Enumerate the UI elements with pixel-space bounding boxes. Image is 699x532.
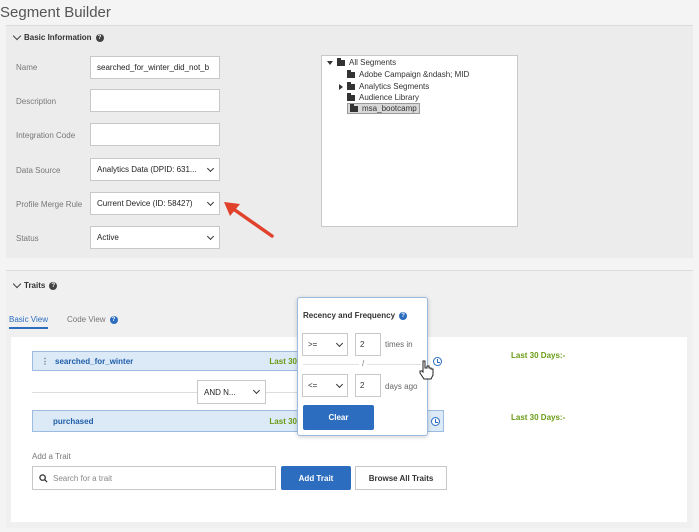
profile-merge-rule-value: Current Device (ID: 58427) [97,199,193,208]
segment-folder-tree: All Segments Adobe Campaign &ndash; MID … [321,55,518,227]
clock-button[interactable] [427,410,444,432]
tree-item-label: All Segments [349,58,397,67]
trait-recency-label: Last 30 Days:- [511,413,566,422]
status-label: Status [16,234,39,243]
integration-code-label: Integration Code [16,131,76,140]
add-trait-label: Add a Trait [32,452,71,461]
help-icon[interactable]: ? [109,315,118,324]
data-source-value: Analytics Data (DPID: 631... [97,165,197,174]
days-input[interactable]: 2 [355,374,381,397]
trait-name: searched_for_winter [55,356,134,366]
chevron-down-icon [12,31,22,41]
collapse-icon[interactable] [327,60,333,65]
status-select[interactable]: Active [90,226,220,249]
clear-button[interactable]: Clear [303,405,374,430]
trait-name: purchased [53,416,94,426]
tree-item-analytics-segments[interactable]: Analytics Segments [339,81,430,91]
help-icon[interactable]: ? [95,33,104,42]
tab-basic-view[interactable]: Basic View [9,315,48,329]
folder-icon [347,81,355,90]
expand-icon[interactable] [339,83,343,90]
tab-code-view-label: Code View [67,315,106,324]
tree-item-label: Adobe Campaign &ndash; MID [359,70,470,79]
days-operator-value: <= [308,381,318,390]
frequency-unit: times in [385,340,413,349]
folder-icon [347,69,355,78]
trait-row[interactable]: ⋮ searched_for_winter Last 30 [32,351,298,371]
profile-merge-rule-select[interactable]: Current Device (ID: 58427) [90,192,220,215]
basic-information-title: Basic Information [24,33,92,42]
tree-item-label: Analytics Segments [359,82,430,91]
integration-code-field[interactable] [90,123,220,146]
data-source-label: Data Source [16,166,61,175]
hand-cursor-icon [419,360,434,380]
tree-item-all-segments[interactable]: All Segments [327,57,397,67]
basic-information-header[interactable]: Basic Information ? [12,31,104,42]
description-field[interactable] [90,89,220,112]
name-label: Name [16,63,38,72]
trait-search-input[interactable]: Search for a trait [32,466,276,490]
chevron-down-icon [206,198,215,206]
traits-header[interactable]: Traits ? [12,279,58,290]
browse-all-traits-button[interactable]: Browse All Traits [355,466,447,490]
folder-icon [347,92,355,101]
status-value: Active [97,233,119,242]
trait-row[interactable]: purchased Last 30 [32,410,298,432]
chevron-down-icon [206,164,215,172]
help-icon[interactable]: ? [49,281,58,290]
tree-item-label: msa_bootcamp [362,104,417,113]
clock-icon [431,416,440,426]
tree-item-label: Audience Library [359,93,420,102]
folder-icon [350,103,358,112]
days-operator-select[interactable]: <= [302,374,348,397]
frequency-operator-select[interactable]: >= [302,333,348,356]
frequency-input[interactable]: 2 [355,333,381,356]
tree-item-msa-bootcamp[interactable]: msa_bootcamp [347,103,420,114]
trait-recency-partial: Last 30 [269,356,297,366]
chevron-down-icon [12,279,22,289]
description-label: Description [16,97,57,106]
chevron-down-icon [206,232,215,240]
profile-merge-rule-label: Profile Merge Rule [16,200,83,209]
name-field[interactable]: searched_for_winter_did_not_b [90,56,220,79]
operator-value: AND N... [204,387,236,397]
annotation-arrow-icon [224,202,274,238]
add-trait-button[interactable]: Add Trait [281,466,351,490]
frequency-operator-value: >= [308,340,318,349]
chevron-down-icon [335,339,344,347]
recency-frequency-popover: Recency and Frequency ? >= 2 times in / … [297,297,428,436]
popover-title: Recency and Frequency ? [303,311,408,320]
days-unit: days ago [385,382,418,391]
page-title: Segment Builder [0,4,111,21]
trait-recency-partial: Last 30 [269,416,297,426]
trait-search-placeholder: Search for a trait [53,473,113,483]
trait-recency-label: Last 30 Days:- [511,351,566,360]
search-icon [39,473,48,483]
folder-icon [337,57,345,66]
help-icon[interactable]: ? [399,311,408,320]
clock-icon[interactable] [433,357,442,366]
data-source-select[interactable]: Analytics Data (DPID: 631... [90,158,220,181]
operator-select[interactable]: AND N... [197,380,266,404]
popover-title-text: Recency and Frequency [303,311,396,320]
chevron-down-icon [335,380,344,388]
chevron-down-icon [252,386,261,395]
tree-item-adobe-campaign[interactable]: Adobe Campaign &ndash; MID [347,69,470,79]
traits-title: Traits [24,281,46,290]
tree-item-audience-library[interactable]: Audience Library [347,92,420,102]
drag-handle-icon[interactable]: ⋮ [41,357,49,366]
tab-code-view[interactable]: Code View ? [67,315,118,324]
divider-slash: / [359,359,368,368]
